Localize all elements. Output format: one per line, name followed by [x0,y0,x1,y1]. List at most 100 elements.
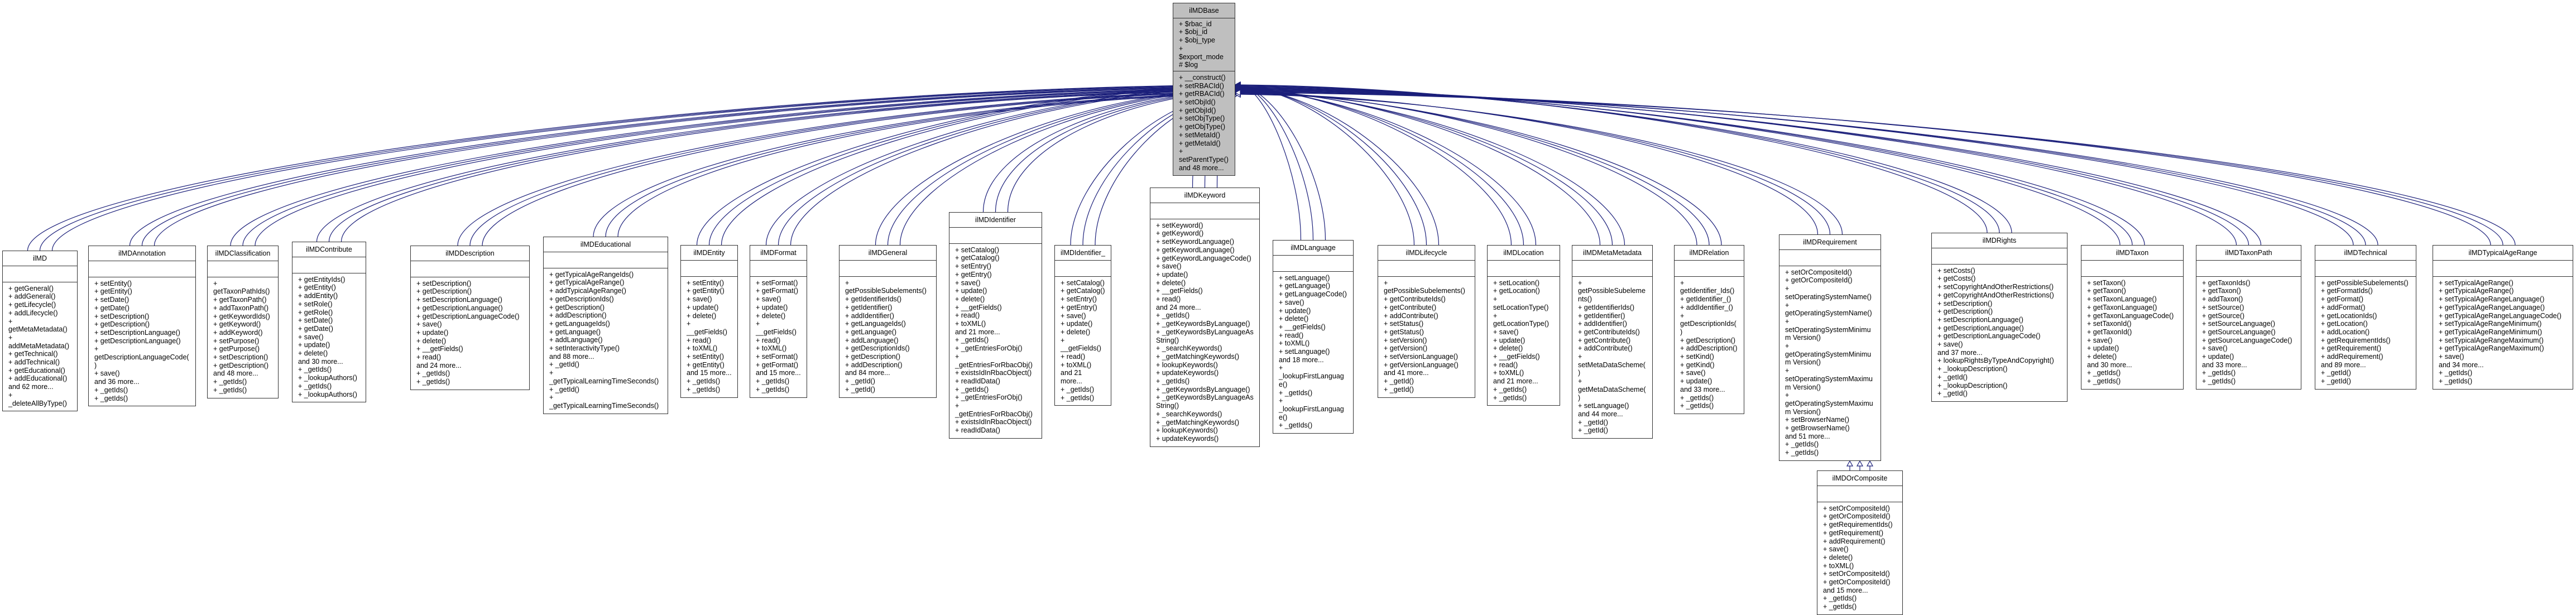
class-operations: + setCosts() + getCosts() + setCopyrightAn… [1932,265,2067,401]
member-row: + addIdentifier() [845,311,894,320]
member-row: + getTaxonLanguage() [2087,303,2157,311]
member-row: + getDescription() [416,287,472,296]
member-row: + getTypicalAgeRangeLanguageCode() [2439,311,2561,320]
member-row: + setTaxonLanguage() [2087,295,2157,304]
member-row: + _deleteAllByType() [8,391,67,407]
member-row: + getEntityIds() [298,275,346,284]
member-row: + setMetaId() [1179,131,1220,139]
member-row: + _getEntriesForRbacObj() [955,352,1033,369]
member-row: + update() [1279,306,1311,315]
class-box-ilmdtaxonpath[interactable]: ilMDTaxonPath + getTaxonIds() + getTaxon()… [2196,245,2301,390]
class-box-ilmdlifecycle[interactable]: ilMDLifecycle + getPossibleSubelements() +… [1378,245,1475,398]
inheritance-edge [469,92,1241,246]
member-row: + _getEntriesForObj() [955,393,1023,402]
member-row: + _getId() [1937,390,1968,398]
member-row: + getDescriptionLanguageCode() [416,312,520,320]
member-row: + _getIds() [1156,377,1190,386]
class-box-ilmdorcomposite[interactable]: ilMDOrComposite + setOrCompositeId() + get… [1817,470,1903,615]
member-row: + getOperatingSystemName() [1785,301,1872,318]
class-box-ilmdkeyword[interactable]: ilMDKeyword + setKeyword() + getKeyword() +… [1150,188,1260,447]
class-attributes [2315,261,2416,277]
member-row: + setStatus() [1384,320,1424,328]
member-row: + getCosts() [1937,275,1976,283]
member-row: + getIdentifier() [1578,311,1625,320]
more-members-note: and 89 more... [2321,361,2366,369]
class-box-ilmdeducational[interactable]: ilMDEducational + getTypicalAgeRangeIds()… [543,237,668,414]
member-row: + toXML() [955,320,986,328]
member-row: + setRole() [298,300,333,308]
class-box-ilmdcontribute[interactable]: ilMDContribute + getEntityIds() + getEntit… [292,242,366,403]
member-row: + __construct() [1179,73,1226,81]
class-box-ilmdclassification[interactable]: ilMDClassification + getTaxonPathIds() + g… [207,246,279,398]
member-row: + _getIds() [416,369,450,378]
class-operations: + getPossibleSubelements() + getContribut… [1378,277,1475,397]
class-box-ilmdlocation[interactable]: ilMDLocation + setLocation() + getLocation… [1487,245,1560,406]
class-box-ilmdrights[interactable]: ilMDRights + setCosts() + getCosts() + setC… [1931,233,2067,402]
member-row: + toXML() [1279,339,1310,348]
class-box-ilmdrelation[interactable]: ilMDRelation + getIdentifier_Ids() + getId… [1674,245,1744,414]
member-row: + addRequirement() [2321,353,2383,361]
more-members-note: and 34 more... [2439,361,2484,369]
class-box-ilmdidentifier[interactable]: ilMDIdentifier_ + setCatalog() + getCatalo… [1054,245,1111,406]
class-name: ilMDFormat [750,246,807,261]
member-row: + getEntity() [687,361,725,369]
member-row: + __getFields() [955,303,1002,311]
member-row: + setDescription() [1937,299,1993,308]
member-row: + setCosts() [1937,266,1975,275]
member-row: + save() [955,278,981,287]
class-box-ilmddescription[interactable]: ilMDDescription + setDescription() + getDe… [410,246,530,390]
member-row: + _getMatchingKeywords() [1156,418,1240,426]
member-row: + setEntity() [687,353,725,361]
class-box-ilmdannotation[interactable]: ilMDAnnotation + setEntity() + getEntity()… [88,246,196,407]
class-attributes [1273,256,1353,272]
member-row: + delete() [1279,315,1309,323]
member-row: + _getIds() [2439,377,2473,386]
member-row: + _getIds() [213,378,247,386]
member-row: + save() [94,369,120,378]
member-row: + getOrCompositeId() [1785,276,1853,285]
class-box-ilmdgeneral[interactable]: ilMDGeneral + getPossibleSubelements() + g… [839,245,937,398]
class-box-ilmdlanguage[interactable]: ilMDLanguage + setLanguage() + getLanguage… [1273,240,1354,434]
member-row: + _getIds() [2202,377,2236,386]
member-row: + addIdentifier() [1578,320,1627,328]
class-box-ilmdformat[interactable]: ilMDFormat + setFormat() + getFormat() + sa… [750,245,807,398]
inheritance-arrowhead-icon [1866,460,1874,467]
class-box-ilmdentity[interactable]: ilMDEntity + setEntity() + getEntity() + sa… [680,245,738,398]
member-row: + addTaxon() [2202,295,2243,304]
member-row: + $obj_type [1179,36,1215,45]
class-box-ilmdmetametadata[interactable]: ilMDMetaMetadata + getPossibleSubelements… [1572,245,1653,439]
class-operations: + setCatalog() + getCatalog() + setEntry()… [1055,277,1111,406]
member-row: + getTaxon() [2087,287,2126,295]
class-box-ilmdtypicalagerange[interactable]: ilMDTypicalAgeRange + setTypicalAgeRange(… [2433,245,2573,390]
class-box-ilmdtaxon[interactable]: ilMDTaxon + setTaxon() + getTaxon() + setTa… [2081,245,2184,390]
class-box-ilmdidentifier[interactable]: ilMDIdentifier + setCatalog() + getCatalog… [949,212,1042,439]
member-row: + existsIdInRbacObject() [955,369,1032,377]
class-box-ilmd[interactable]: ilMD + getGeneral() + addGeneral() + getLif… [2,251,78,412]
member-row: + getIdentifier() [845,303,893,311]
member-row: + addEntity() [298,292,338,300]
member-row: + updateKeywords() [1156,369,1219,377]
inheritance-edge [1240,90,1613,246]
member-row: + setFormat() [756,278,798,287]
member-row: + getTaxon() [2202,287,2241,295]
member-row: + setVersionLanguage() [1384,353,1459,361]
class-attributes [1488,261,1560,277]
member-row: + _getIds() [2087,377,2121,386]
member-row: + addTaxonPath() [213,304,269,312]
member-row: + _getIds() [1061,393,1095,402]
more-members-note: and 33 more... [1680,385,1725,393]
member-row: + addFormat() [2321,303,2366,311]
class-box-ilmdrequirement[interactable]: ilMDRequirement + setOrCompositeId() + get… [1779,234,1881,461]
member-row: + _getId() [549,361,579,369]
more-members-note: and 37 more... [1937,348,1983,357]
more-members-note: and 30 more... [298,357,343,366]
class-box-ilmdbase[interactable]: ilMDBase + $rbac_id + $obj_id + $obj_type +… [1173,3,1235,176]
member-row: + getContribute() [1578,336,1631,344]
member-row: + _getIds() [756,385,790,393]
class-operations: + getPossibleSubelements() + getFormatIds… [2315,277,2416,389]
member-row: + setTypicalAgeRangeMinimum() [2439,320,2542,328]
member-row: + getLanguageIds() [549,319,610,328]
member-row: + getTechnical() [8,350,58,358]
class-box-ilmdtechnical[interactable]: ilMDTechnical + getPossibleSubelements() +… [2315,245,2416,390]
inheritance-edge [1240,89,1537,246]
